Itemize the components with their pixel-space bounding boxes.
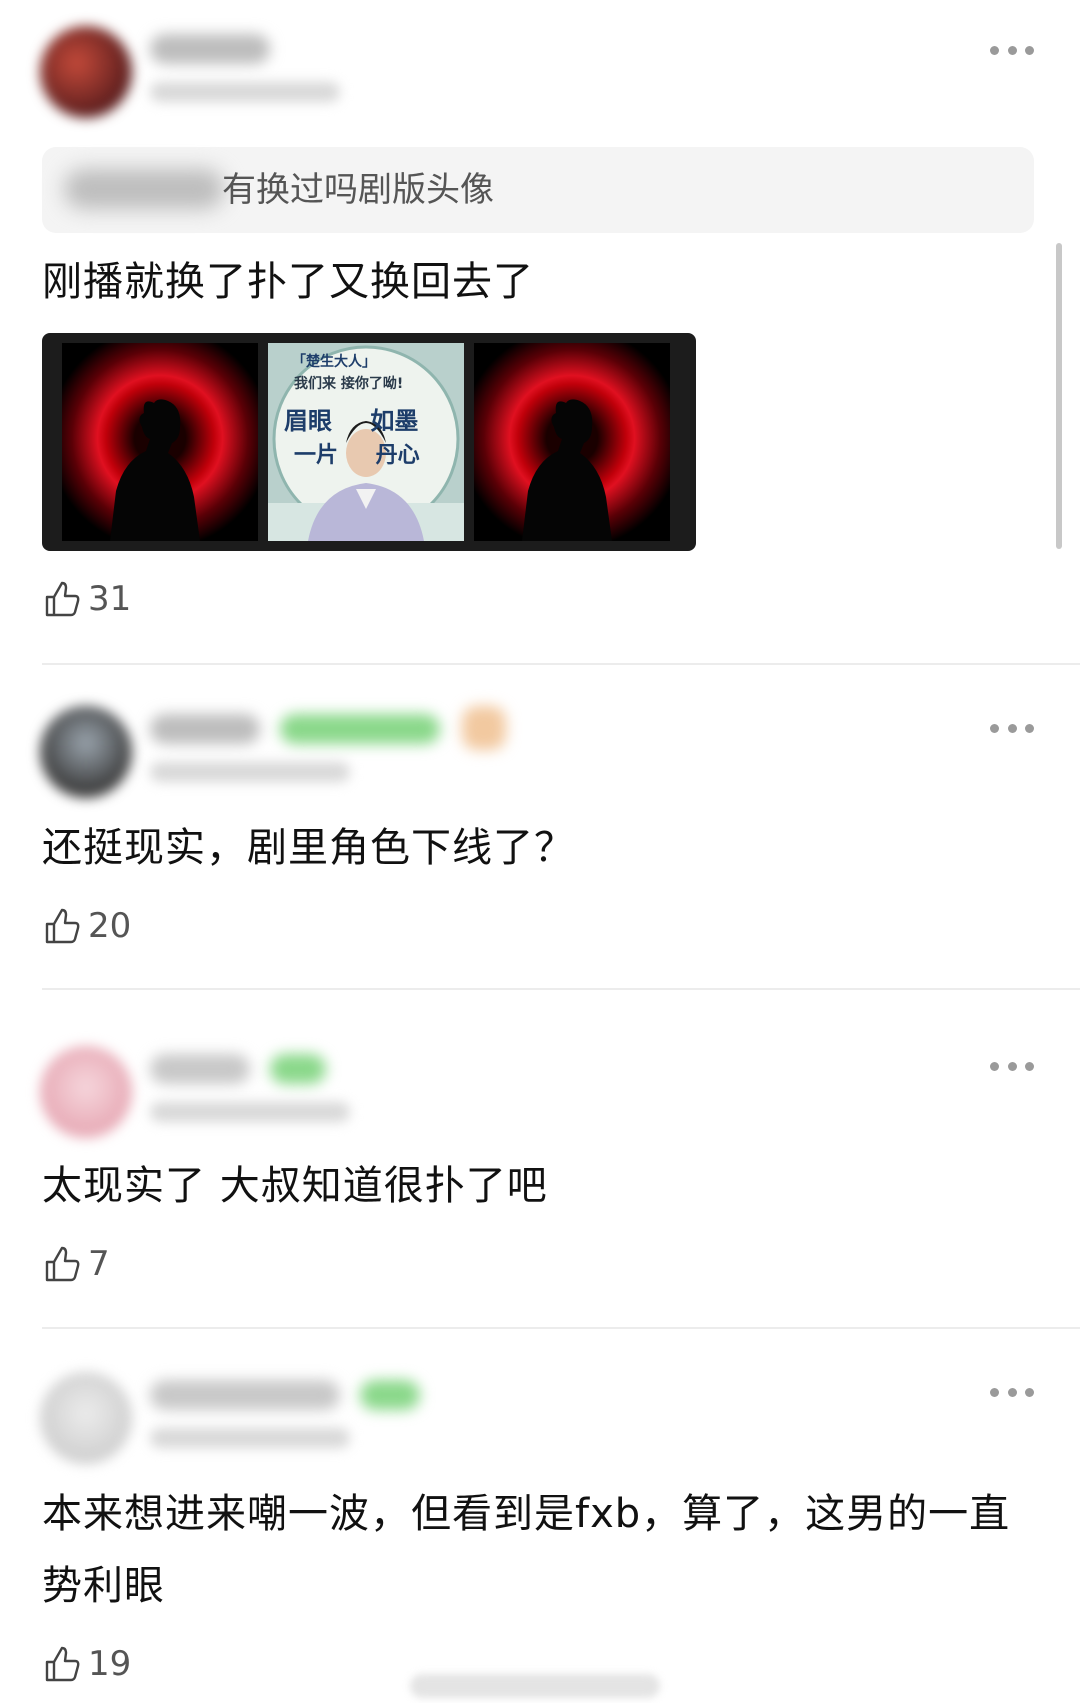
user-decoration [462,706,506,750]
comment-text: 还挺现实，剧里角色下线了？ [42,825,575,871]
thumbs-up-icon [45,581,80,617]
more-dots-icon [990,1387,999,1397]
user-badge [360,1380,420,1410]
avatar[interactable] [40,1372,132,1464]
silhouette-figure-icon [110,399,200,541]
more-dots-icon [990,723,999,733]
divider [42,663,1080,665]
more-button[interactable] [990,1060,1034,1072]
comment-text: 刚播就换了扑了又换回去了 [42,259,534,305]
avatar[interactable] [40,26,132,118]
more-button[interactable] [990,722,1034,734]
avatar[interactable] [40,1046,132,1138]
poster-line-2: 眉眼 如墨 [284,407,419,435]
divider [42,988,1080,990]
like-button[interactable]: 19 [42,1644,131,1684]
poster-line-1: 我们来 接你了呦! [294,376,404,392]
like-count: 31 [88,579,132,619]
more-dots-icon [990,45,999,55]
avatar[interactable] [40,706,132,798]
thumbs-up-icon [45,908,80,944]
comment-meta [150,1428,350,1448]
divider [42,1327,1080,1329]
comment-image-strip[interactable]: 「楚生大人」 我们来 接你了呦! 眉眼 如墨 一片 丹心 [42,333,696,551]
image-poster[interactable]: 「楚生大人」 我们来 接你了呦! 眉眼 如墨 一片 丹心 [268,343,464,541]
more-button[interactable] [990,1386,1034,1398]
bottom-indicator [410,1674,660,1698]
username[interactable] [150,1380,340,1410]
like-count: 20 [88,906,132,946]
thumbs-up-icon [45,1246,80,1282]
quoted-reply[interactable]: 有换过吗剧版头像 [42,147,1034,233]
like-button[interactable]: 20 [42,906,131,946]
silhouette-figure-icon [522,399,612,541]
comment-text: 本来想进来嘲一波，但看到是fxb，算了，这男的一直势利眼 [42,1491,1011,1609]
more-dots-icon [990,1061,999,1071]
scrollbar[interactable] [1056,243,1062,549]
poster-line-3: 一片 丹心 [294,443,420,468]
more-button[interactable] [990,44,1034,56]
image-silhouette-right[interactable] [474,343,670,541]
username[interactable] [150,1054,250,1084]
like-button[interactable]: 7 [42,1244,110,1284]
quoted-text: 有换过吗剧版头像 [222,170,494,210]
thumbs-up-icon [45,1646,80,1682]
poster-tag: 「楚生大人」 [292,354,376,370]
username[interactable] [150,714,260,744]
user-badge [270,1054,326,1084]
username[interactable] [150,34,270,64]
comment-meta [150,82,340,102]
comment-text: 太现实了 大叔知道很扑了吧 [42,1163,548,1209]
like-count: 19 [88,1644,132,1684]
user-badge [280,714,440,744]
like-count: 7 [88,1244,110,1284]
quoted-username [64,169,224,209]
like-button[interactable]: 31 [42,579,131,619]
comment-meta [150,1102,350,1122]
comment-meta [150,762,350,782]
image-silhouette-left[interactable] [62,343,258,541]
